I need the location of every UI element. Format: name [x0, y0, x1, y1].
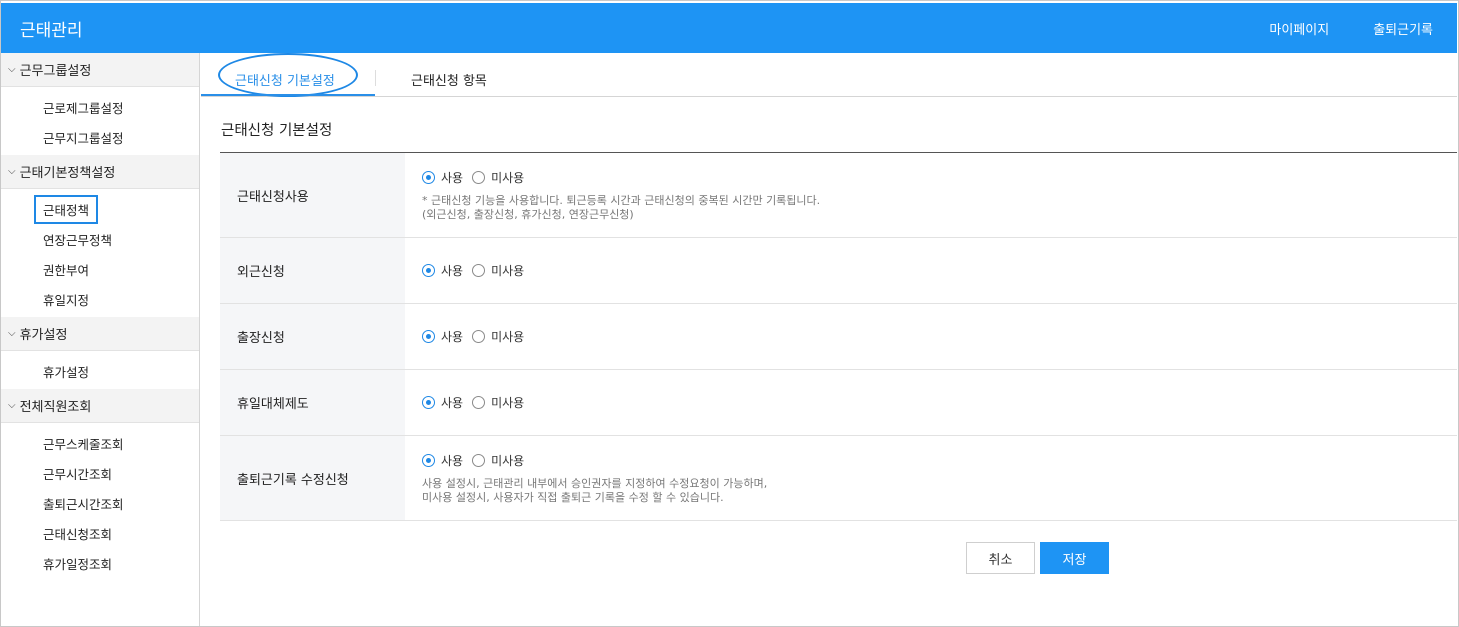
use-radio[interactable]: 사용: [422, 169, 463, 186]
sidebar-item-schedule-view[interactable]: 근무스케줄조회: [1, 428, 199, 458]
sidebar-item-leave-settings[interactable]: 휴가설정: [1, 356, 199, 386]
radio-checked-icon: [422, 170, 435, 184]
chevron-down-icon: ⌵: [8, 64, 16, 75]
action-buttons: 취소 저장: [966, 542, 1109, 574]
radio-checked-icon: [422, 330, 435, 343]
sidebar-item-leave-schedule-view[interactable]: 휴가일정조회: [1, 548, 199, 578]
not-use-radio[interactable]: 미사용: [472, 394, 524, 411]
section-title: 근태신청 기본설정: [221, 123, 333, 139]
sidebar-group-work-group[interactable]: ⌵ 근무그룹설정: [1, 53, 199, 87]
row-value: 사용 미사용 사용 설정시, 근태관리 내부에서 승인권자를 지정하여 수정요청…: [405, 436, 1457, 520]
top-header: 근태관리 마이페이지 출퇴근기록: [1, 3, 1457, 53]
sidebar: ⌵ 근무그룹설정 근로제그룹설정 근무지그룹설정 ⌵ 근태기본정책설정 근태정책…: [1, 53, 200, 626]
cancel-button[interactable]: 취소: [966, 542, 1035, 574]
radio-unchecked-icon: [472, 396, 486, 409]
sidebar-group-label: 근무그룹설정: [19, 64, 92, 79]
radio-unchecked-icon: [472, 264, 486, 277]
sidebar-group-label: 근태기본정책설정: [19, 166, 116, 181]
row-label: 외근신청: [220, 238, 405, 303]
attendance-record-link[interactable]: 출퇴근기록: [1373, 19, 1433, 38]
chevron-down-icon: ⌵: [8, 400, 16, 411]
save-button[interactable]: 저장: [1040, 542, 1109, 574]
settings-table: 근태신청사용 사용 미사용 * 근태신청 기능을 사용합니다. 퇴근등록 시간과…: [220, 152, 1457, 521]
chevron-down-icon: ⌵: [8, 166, 16, 177]
sidebar-item-permission[interactable]: 권한부여: [1, 254, 199, 284]
radio-checked-icon: [422, 396, 435, 409]
mypage-link[interactable]: 마이페이지: [1269, 19, 1329, 38]
row-label: 출장신청: [220, 304, 405, 369]
row-description: 사용 설정시, 근태관리 내부에서 승인권자를 지정하여 수정요청이 가능하며,…: [422, 476, 768, 504]
main-content: 근태신청 기본설정 근태신청 항목 근태신청 기본설정 근태신청사용 사용 미사…: [201, 53, 1457, 626]
table-row: 출퇴근기록 수정신청 사용 미사용 사용 설정시, 근태관리 내부에서 승인권자…: [220, 436, 1457, 521]
sidebar-group-label: 휴가설정: [19, 328, 68, 343]
table-row: 외근신청 사용 미사용: [220, 238, 1457, 304]
not-use-radio[interactable]: 미사용: [472, 262, 524, 279]
sidebar-group-all-staff[interactable]: ⌵ 전체직원조회: [1, 389, 199, 423]
sidebar-item-workplace-group[interactable]: 근무지그룹설정: [1, 122, 199, 152]
sidebar-item-attendance-policy[interactable]: 근태정책: [1, 194, 199, 224]
use-radio[interactable]: 사용: [422, 262, 463, 279]
header-links: 마이페이지 출퇴근기록: [1269, 19, 1433, 38]
row-value: 사용 미사용: [405, 370, 1457, 435]
radio-checked-icon: [422, 453, 435, 467]
use-radio[interactable]: 사용: [422, 394, 463, 411]
use-radio[interactable]: 사용: [422, 452, 463, 469]
radio-unchecked-icon: [472, 170, 486, 184]
sidebar-item-work-hours-view[interactable]: 근무시간조회: [1, 458, 199, 488]
sidebar-item-request-view[interactable]: 근태신청조회: [1, 518, 199, 548]
table-row: 휴일대체제도 사용 미사용: [220, 370, 1457, 436]
row-label: 근태신청사용: [220, 153, 405, 237]
use-radio[interactable]: 사용: [422, 328, 463, 345]
not-use-radio[interactable]: 미사용: [472, 452, 524, 469]
not-use-radio[interactable]: 미사용: [472, 169, 524, 186]
not-use-radio[interactable]: 미사용: [472, 328, 524, 345]
radio-checked-icon: [422, 264, 435, 277]
row-value: 사용 미사용 * 근태신청 기능을 사용합니다. 퇴근등록 시간과 근태신청의 …: [405, 153, 1457, 237]
sidebar-item-clock-time-view[interactable]: 출퇴근시간조회: [1, 488, 199, 518]
sidebar-item-work-system-group[interactable]: 근로제그룹설정: [1, 92, 199, 122]
radio-unchecked-icon: [472, 453, 486, 467]
sidebar-item-holiday[interactable]: 휴일지정: [1, 284, 199, 314]
table-row: 근태신청사용 사용 미사용 * 근태신청 기능을 사용합니다. 퇴근등록 시간과…: [220, 153, 1457, 238]
chevron-down-icon: ⌵: [8, 328, 16, 339]
tab-request-items[interactable]: 근태신청 항목: [411, 70, 487, 89]
tab-divider: [375, 70, 376, 86]
radio-unchecked-icon: [472, 330, 486, 343]
sidebar-item-overtime-policy[interactable]: 연장근무정책: [1, 224, 199, 254]
app-title[interactable]: 근태관리: [20, 16, 83, 41]
tab-bar: 근태신청 기본설정 근태신청 항목: [201, 53, 1457, 97]
row-value: 사용 미사용: [405, 304, 1457, 369]
row-value: 사용 미사용: [405, 238, 1457, 303]
tab-basic-settings[interactable]: 근태신청 기본설정: [235, 70, 335, 89]
row-description: * 근태신청 기능을 사용합니다. 퇴근등록 시간과 근태신청의 중복된 시간만…: [422, 193, 821, 221]
table-row: 출장신청 사용 미사용: [220, 304, 1457, 370]
active-tab-underline: [201, 94, 375, 96]
sidebar-group-basic-policy[interactable]: ⌵ 근태기본정책설정: [1, 155, 199, 189]
sidebar-group-label: 전체직원조회: [19, 400, 92, 415]
row-label: 출퇴근기록 수정신청: [220, 436, 405, 520]
row-label: 휴일대체제도: [220, 370, 405, 435]
sidebar-group-leave[interactable]: ⌵ 휴가설정: [1, 317, 199, 351]
